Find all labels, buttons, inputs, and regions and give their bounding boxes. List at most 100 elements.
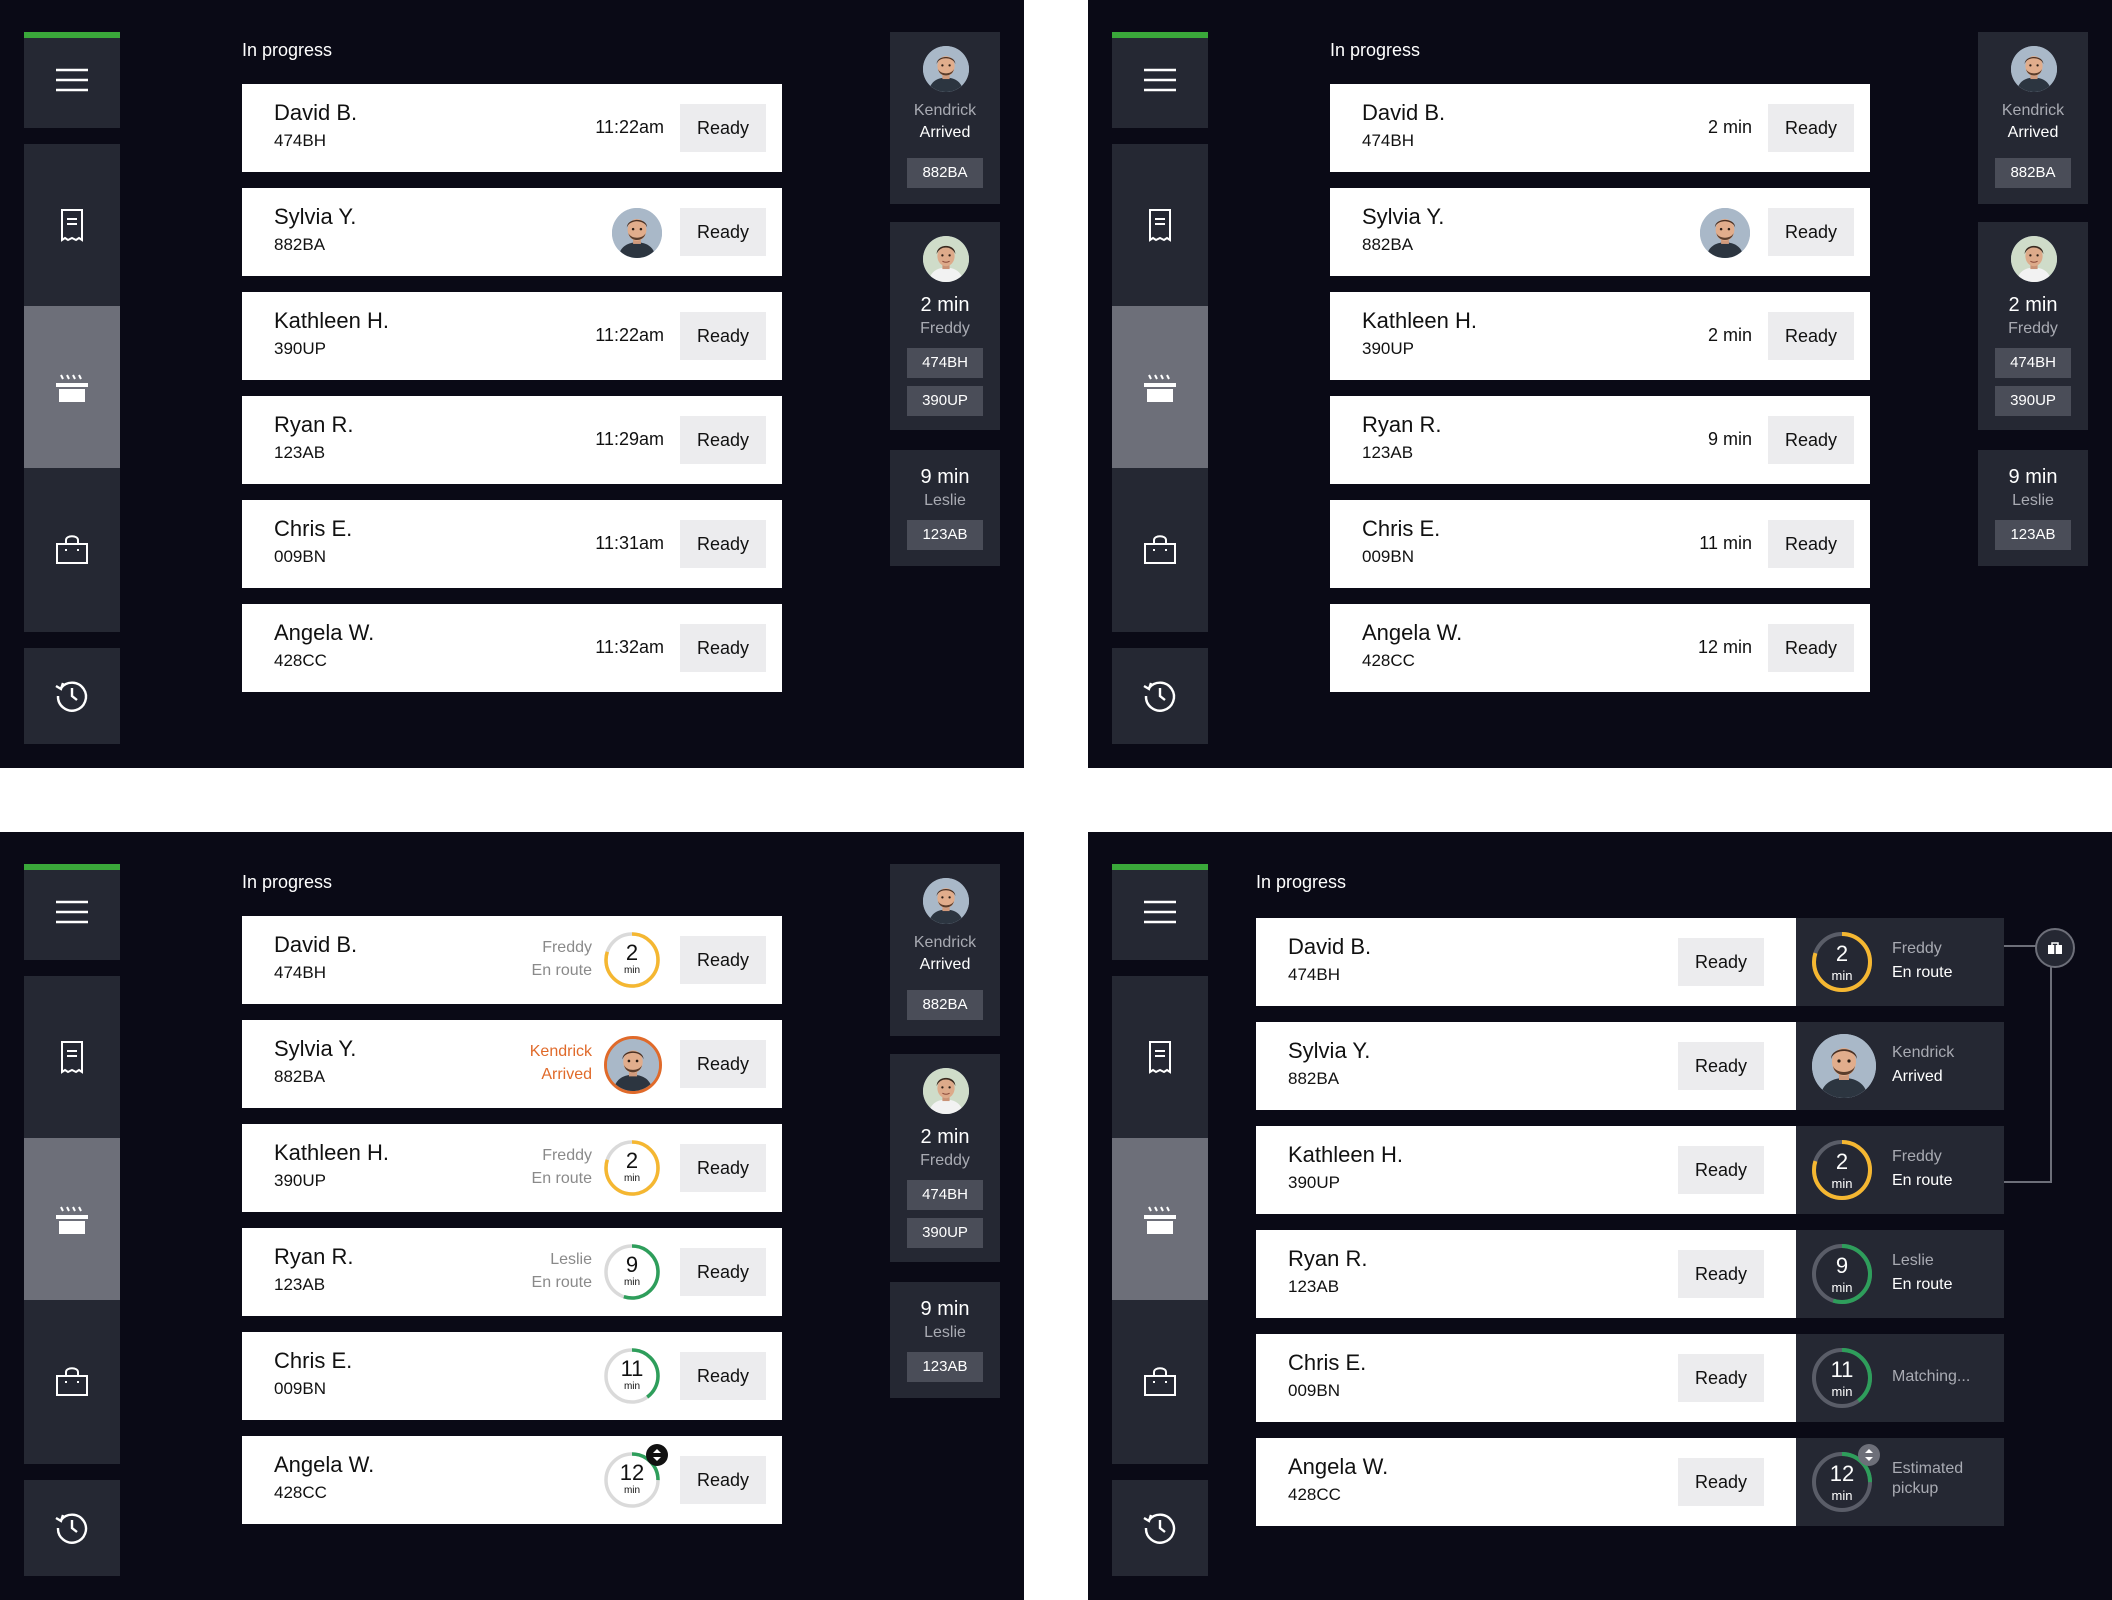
order-card[interactable]: Sylvia Y. 882BA Ready (1256, 1022, 1796, 1110)
ready-button[interactable]: Ready (680, 1040, 766, 1088)
order-card[interactable]: Sylvia Y. 882BA Ready (242, 188, 782, 276)
courier-card-eta[interactable]: 9 min Leslie 123AB (890, 1282, 1000, 1398)
ready-button[interactable]: Ready (680, 104, 766, 152)
order-card[interactable]: Sylvia Y. 882BA Kendrick Arrived Ready (242, 1020, 782, 1108)
ready-button[interactable]: Ready (1678, 1354, 1764, 1402)
courier-card-eta[interactable]: 9 min Leslie 123AB (890, 450, 1000, 566)
nav-kitchen[interactable] (1112, 1138, 1208, 1300)
nav-bag[interactable] (24, 1300, 120, 1462)
courier-status: Freddy En route (532, 936, 592, 982)
eta-ring[interactable]: 12 min (602, 1444, 668, 1510)
customer-name: Chris E. (1288, 1350, 1367, 1375)
order-code: 428CC (1288, 1485, 1341, 1504)
order-card[interactable]: Angela W. 428CC 12 min Ready (242, 1436, 782, 1524)
order-card[interactable]: Chris E. 009BN 11:31am Ready (242, 500, 782, 588)
nav-kitchen[interactable] (1112, 306, 1208, 468)
courier-eta: 9 min (920, 466, 970, 488)
batch-badge[interactable] (2035, 928, 2075, 968)
courier-status-cell[interactable]: 11 min Matching... (1796, 1334, 2004, 1422)
ready-button[interactable]: Ready (680, 416, 766, 464)
history-button[interactable] (24, 648, 120, 744)
ready-button[interactable]: Ready (1678, 1042, 1764, 1090)
courier-avatar (1812, 1034, 1876, 1098)
order-card[interactable]: Kathleen H. 390UP Ready (1256, 1126, 1796, 1214)
nav-bag[interactable] (1112, 468, 1208, 630)
order-card[interactable]: Chris E. 009BN Ready (1256, 1334, 1796, 1422)
order-card[interactable]: Kathleen H. 390UP 11:22am Ready (242, 292, 782, 380)
order-card[interactable]: Chris E. 009BN 11 min Ready (242, 1332, 782, 1420)
nav-bag[interactable] (1112, 1300, 1208, 1462)
ready-button[interactable]: Ready (1768, 416, 1854, 464)
nav-kitchen[interactable] (24, 1138, 120, 1300)
adjust-time-icon[interactable] (646, 1444, 668, 1466)
ready-button[interactable]: Ready (1768, 208, 1854, 256)
ready-button[interactable]: Ready (680, 1456, 766, 1504)
ready-button[interactable]: Ready (1768, 104, 1854, 152)
ready-button[interactable]: Ready (1678, 1250, 1764, 1298)
menu-button[interactable] (1112, 32, 1208, 128)
order-card[interactable]: Chris E. 009BN 11 min Ready (1330, 500, 1870, 588)
nav-orders[interactable] (1112, 144, 1208, 306)
menu-button[interactable] (1112, 864, 1208, 960)
courier-status-cell[interactable]: 2 min Freddy En route (1796, 918, 2004, 1006)
courier-status-cell[interactable]: 12 min Estimated pickup (1796, 1438, 2004, 1526)
order-card[interactable]: Ryan R. 123AB 9 min Ready (1330, 396, 1870, 484)
ready-button[interactable]: Ready (1768, 520, 1854, 568)
order-card[interactable]: Sylvia Y. 882BA Ready (1330, 188, 1870, 276)
courier-card-eta[interactable]: 2 min Freddy 474BH 390UP (890, 1054, 1000, 1262)
ready-button[interactable]: Ready (1678, 938, 1764, 986)
ready-button[interactable]: Ready (680, 1248, 766, 1296)
order-card[interactable]: Kathleen H. 390UP Freddy En route 2 min Re… (242, 1124, 782, 1212)
order-card[interactable]: David B. 474BH 11:22am Ready (242, 84, 782, 172)
courier-card-eta[interactable]: 2 min Freddy 474BH 390UP (890, 222, 1000, 430)
eta-ring[interactable]: 12 min (1810, 1444, 1880, 1514)
order-card[interactable]: David B. 474BH Ready (1256, 918, 1796, 1006)
ready-button[interactable]: Ready (680, 208, 766, 256)
nav-orders[interactable] (1112, 976, 1208, 1138)
order-eta: 2 min (1707, 117, 1752, 137)
order-card[interactable]: Angela W. 428CC 12 min Ready (1330, 604, 1870, 692)
order-card[interactable]: Ryan R. 123AB 11:29am Ready (242, 396, 782, 484)
courier-avatar (923, 878, 969, 924)
ready-button[interactable]: Ready (680, 520, 766, 568)
courier-card-eta[interactable]: 2 min Freddy 474BH 390UP (1978, 222, 2088, 430)
ready-button[interactable]: Ready (680, 312, 766, 360)
ready-button[interactable]: Ready (1768, 624, 1854, 672)
hamburger-menu-icon (56, 900, 88, 924)
courier-status-cell[interactable]: 9 min Leslie En route (1796, 1230, 2004, 1318)
nav-kitchen[interactable] (24, 306, 120, 468)
order-card[interactable]: Ryan R. 123AB Leslie En route 9 min Ready (242, 1228, 782, 1316)
menu-button[interactable] (24, 32, 120, 128)
history-button[interactable] (24, 1480, 120, 1576)
adjust-time-icon[interactable] (1858, 1444, 1880, 1466)
ready-button[interactable]: Ready (680, 624, 766, 672)
history-button[interactable] (1112, 648, 1208, 744)
ready-button[interactable]: Ready (1678, 1146, 1764, 1194)
order-card[interactable]: David B. 474BH Freddy En route 2 min Ready (242, 916, 782, 1004)
menu-button[interactable] (24, 864, 120, 960)
order-card[interactable]: Ryan R. 123AB Ready (1256, 1230, 1796, 1318)
nav-bag[interactable] (24, 468, 120, 630)
eta-unit: min (1831, 1176, 1853, 1191)
order-card[interactable]: Kathleen H. 390UP 2 min Ready (1330, 292, 1870, 380)
courier-avatar (923, 1068, 969, 1114)
ready-button[interactable]: Ready (680, 1352, 766, 1400)
ready-button[interactable]: Ready (680, 1144, 766, 1192)
ready-button[interactable]: Ready (680, 936, 766, 984)
ready-button[interactable]: Ready (1768, 312, 1854, 360)
courier-card-eta[interactable]: 9 min Leslie 123AB (1978, 450, 2088, 566)
order-card[interactable]: David B. 474BH 2 min Ready (1330, 84, 1870, 172)
courier-card-arrived[interactable]: Kendrick Arrived 882BA (890, 32, 1000, 204)
courier-status-cell[interactable]: 2 min Freddy En route (1796, 1126, 2004, 1214)
courier-name: Freddy (920, 320, 970, 337)
nav-orders[interactable] (24, 976, 120, 1138)
nav-orders[interactable] (24, 144, 120, 306)
order-card[interactable]: Angela W. 428CC 11:32am Ready (242, 604, 782, 692)
courier-name: Kendrick (529, 1043, 592, 1060)
courier-status-cell[interactable]: Kendrick Arrived (1796, 1022, 2004, 1110)
order-card[interactable]: Angela W. 428CC Ready (1256, 1438, 1796, 1526)
history-button[interactable] (1112, 1480, 1208, 1576)
courier-card-arrived[interactable]: Kendrick Arrived 882BA (1978, 32, 2088, 204)
ready-button[interactable]: Ready (1678, 1458, 1764, 1506)
courier-card-arrived[interactable]: Kendrick Arrived 882BA (890, 864, 1000, 1036)
